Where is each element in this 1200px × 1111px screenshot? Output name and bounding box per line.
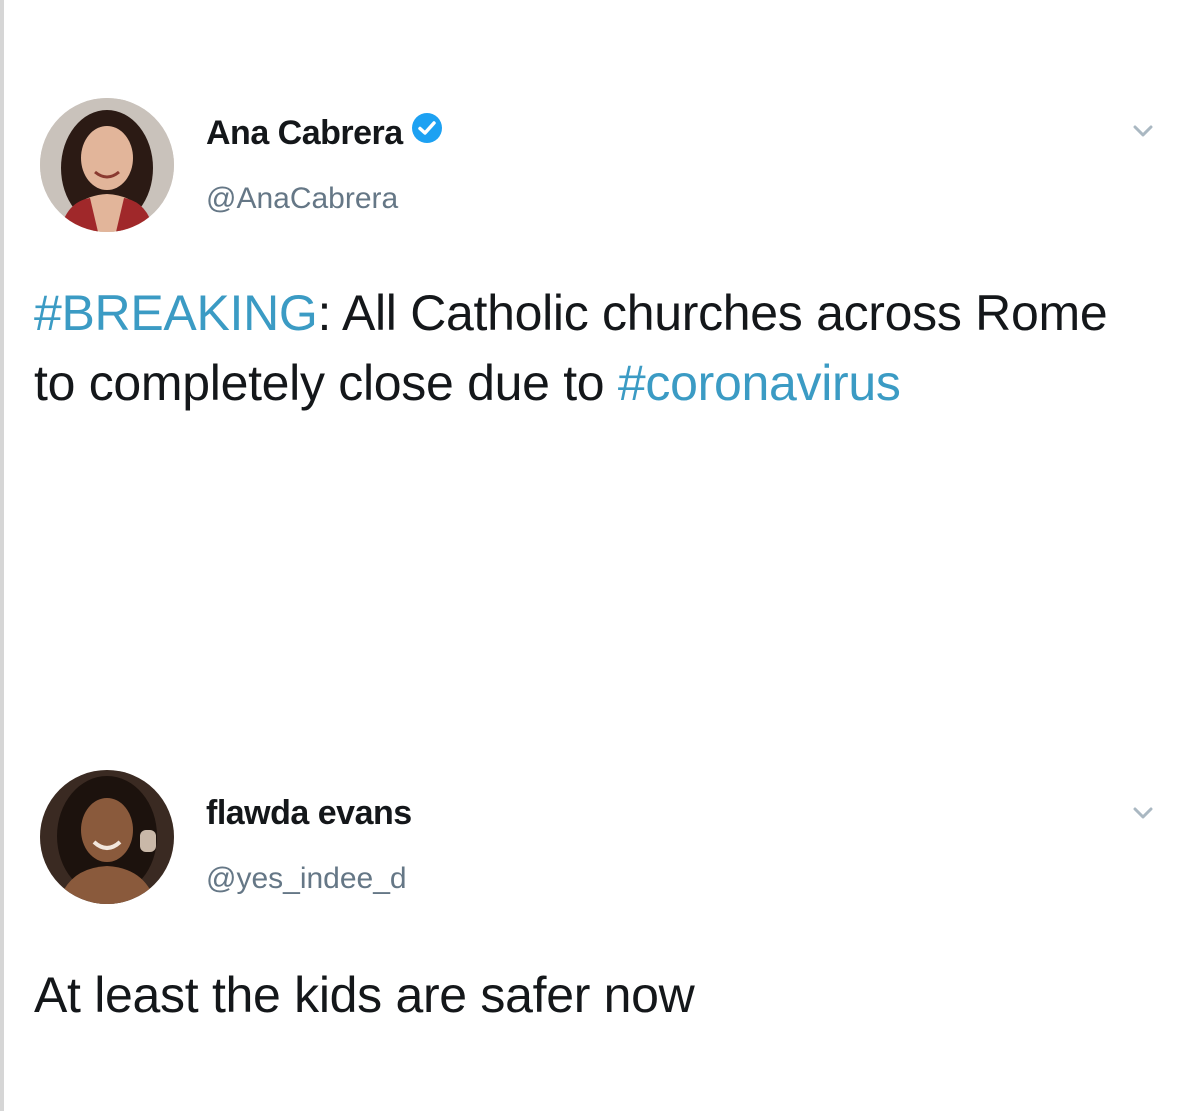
hashtag-link[interactable]: #BREAKING [34,285,318,341]
handle[interactable]: @AnaCabrera [206,182,398,216]
display-name[interactable]: flawda evans [206,794,412,833]
avatar[interactable] [40,770,174,904]
tweet-text: #BREAKING: All Catholic churches across … [34,278,1154,418]
tweet-text: At least the kids are safer now [34,967,695,1023]
profile-photo-icon [40,770,174,904]
tweet[interactable]: flawda evans @yes_indee_d At least the k… [0,740,1200,1100]
display-name[interactable]: Ana Cabrera [206,112,443,153]
chevron-down-icon[interactable] [1126,114,1160,148]
display-name-text[interactable]: Ana Cabrera [206,114,403,152]
hashtag-link[interactable]: #coronavirus [618,355,901,411]
handle[interactable]: @yes_indee_d [206,862,407,896]
profile-photo-icon [40,98,174,232]
tweet[interactable]: Ana Cabrera @AnaCabrera #BREAKING: All C… [0,0,1200,560]
chevron-down-icon[interactable] [1126,796,1160,830]
avatar[interactable] [40,98,174,232]
verified-badge-icon [411,112,443,153]
